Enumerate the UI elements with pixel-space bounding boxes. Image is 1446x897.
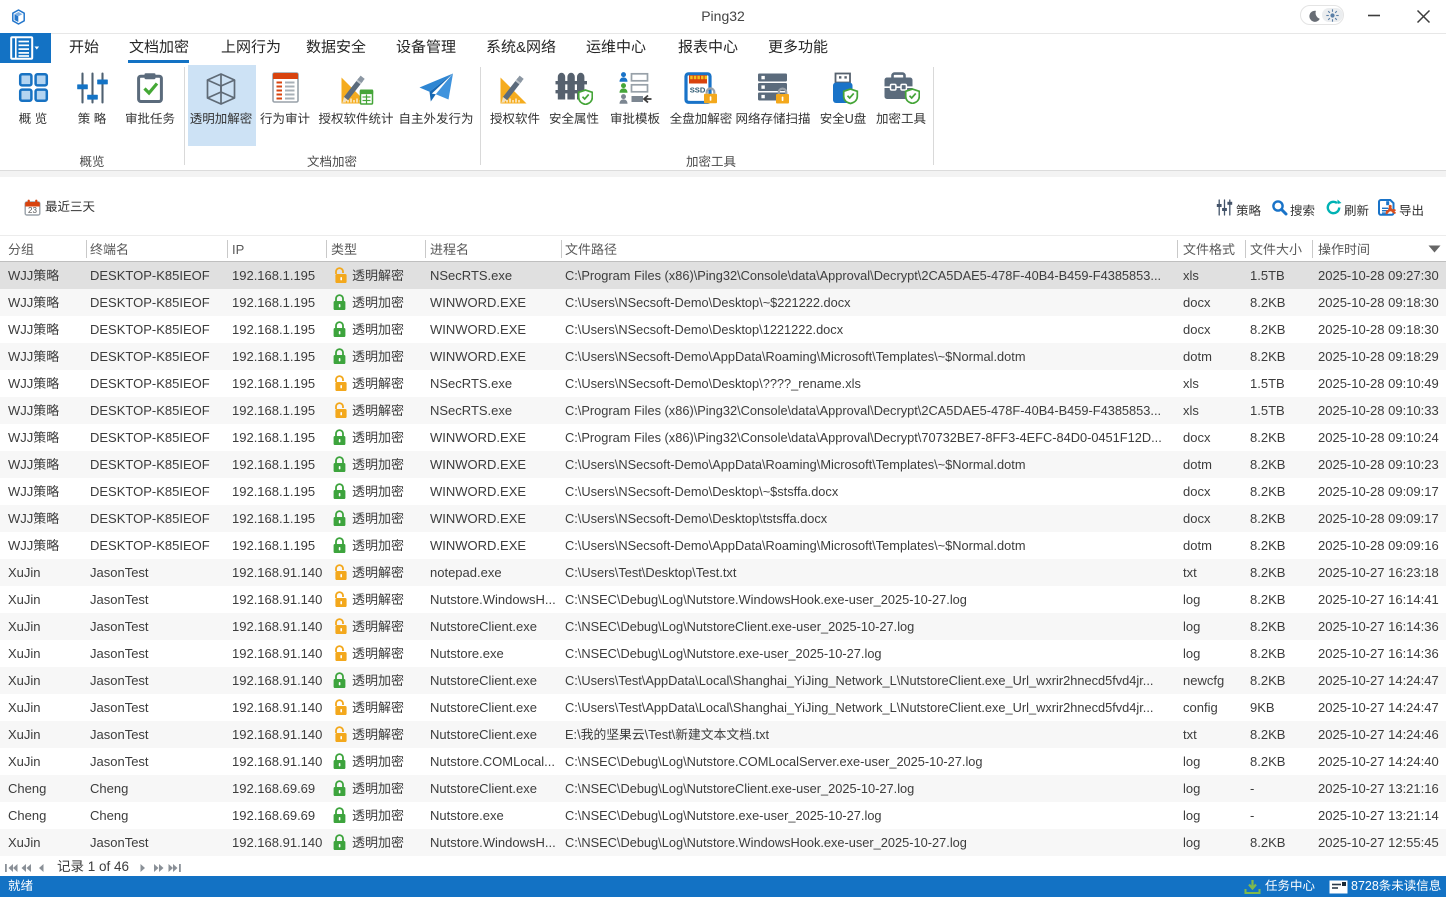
svg-text:23: 23 [28, 206, 37, 215]
svg-text:SSD: SSD [689, 86, 705, 95]
